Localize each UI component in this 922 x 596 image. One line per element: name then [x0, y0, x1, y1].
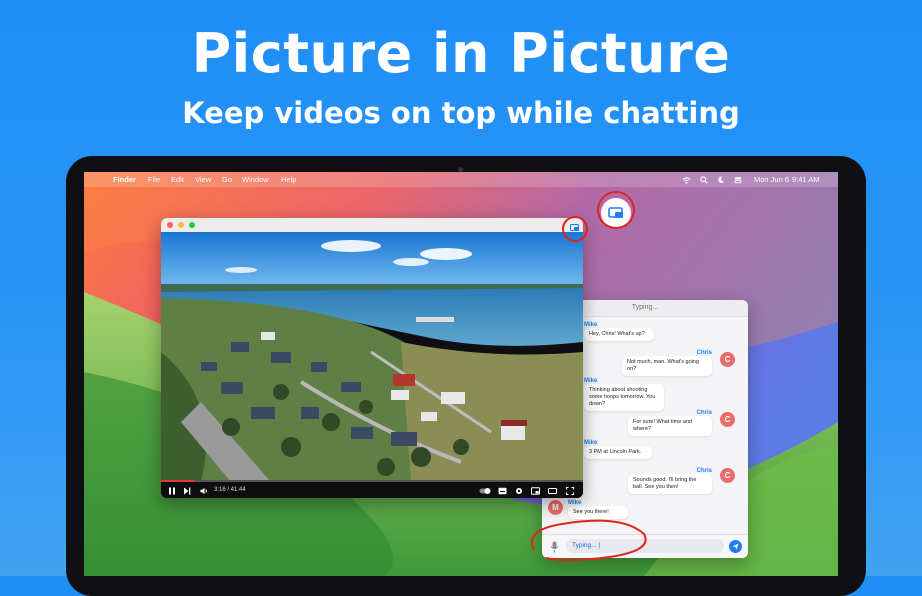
message-bubble: Hey, Chris! What's up?: [584, 328, 654, 341]
desktop-screen: Finder File Edit View Go Window Help Mon…: [84, 172, 838, 576]
avatar: C: [720, 412, 735, 427]
pip-titlebar[interactable]: [161, 218, 583, 232]
autoplay-toggle[interactable]: [479, 486, 491, 498]
zoom-button[interactable]: [189, 222, 195, 228]
fullscreen-icon[interactable]: [566, 486, 574, 498]
theater-icon[interactable]: [548, 486, 557, 498]
message-mike-1: Mike Hey, Chris! What's up?: [584, 322, 654, 341]
video-time: 3:16 / 41:44: [214, 487, 246, 493]
message-bubble: Not much, man. What's going on?: [622, 356, 712, 376]
menu-bar: Finder File Edit View Go Window Help Mon…: [84, 172, 838, 187]
next-icon[interactable]: [183, 486, 191, 498]
volume-icon[interactable]: [200, 486, 208, 498]
search-icon[interactable]: [700, 172, 708, 187]
close-button[interactable]: [167, 222, 173, 228]
message-chris-1: Chris Not much, man. What's going on?: [622, 350, 712, 376]
avatar: C: [720, 468, 735, 483]
menu-time[interactable]: 9:41 AM: [792, 172, 820, 187]
pip-video-window[interactable]: 3:16 / 41:44: [161, 218, 583, 498]
message-chris-3: Chris Sounds good. I'll bring the ball. …: [628, 468, 712, 494]
miniplayer-icon[interactable]: [531, 486, 540, 498]
message-bubble: For sure! What time and where?: [628, 416, 712, 436]
send-button[interactable]: [729, 540, 742, 553]
message-mike-3: Mike 3 PM at Lincoln Park.: [584, 440, 652, 459]
message-bubble: Sounds good. I'll bring the ball. See yo…: [628, 474, 712, 494]
menu-date[interactable]: Mon Jun 6: [754, 172, 789, 187]
minimize-button[interactable]: [178, 222, 184, 228]
menu-help[interactable]: Help: [281, 172, 296, 187]
control-center-icon[interactable]: [734, 172, 742, 187]
menu-view[interactable]: View: [195, 172, 211, 187]
highlight-pip-button: [597, 191, 635, 229]
menu-edit[interactable]: Edit: [171, 172, 184, 187]
menu-window[interactable]: Window: [242, 172, 269, 187]
menu-file[interactable]: File: [148, 172, 160, 187]
subtitles-icon[interactable]: [498, 486, 507, 498]
message-bubble: Thinking about shooting some hoops tomor…: [584, 384, 664, 411]
avatar: C: [720, 352, 735, 367]
message-mike-2: Mike Thinking about shooting some hoops …: [584, 378, 664, 411]
headline-subtitle: Keep videos on top while chatting: [182, 96, 740, 130]
moon-icon[interactable]: [717, 172, 725, 187]
wifi-icon[interactable]: [682, 172, 691, 187]
video-controls: 3:16 / 41:44: [161, 482, 583, 498]
message-chris-2: Chris For sure! What time and where?: [628, 410, 712, 436]
pause-icon[interactable]: [168, 486, 176, 498]
settings-icon[interactable]: [515, 486, 523, 498]
aerial-town-scene: [161, 232, 583, 482]
video-frame[interactable]: [161, 232, 583, 482]
message-bubble: 3 PM at Lincoln Park.: [584, 446, 652, 459]
headline-title: Picture in Picture: [191, 22, 731, 85]
highlight-typing-input: [531, 519, 647, 561]
menu-app-finder[interactable]: Finder: [113, 172, 136, 187]
menu-go[interactable]: Go: [222, 172, 232, 187]
highlight-pip-toggle: [562, 216, 588, 242]
send-icon: [732, 543, 739, 550]
